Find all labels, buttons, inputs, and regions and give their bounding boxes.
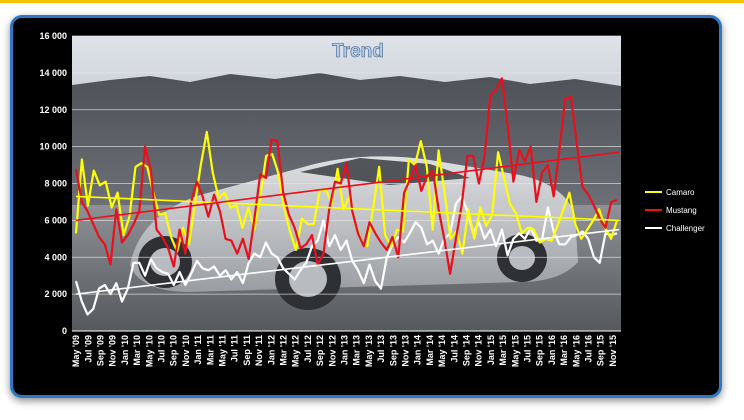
x-tick-label: May '10 bbox=[144, 335, 154, 367]
legend: Camaro Mustang Challenger bbox=[645, 188, 705, 233]
x-tick-label: Mar '15 bbox=[498, 335, 508, 366]
x-tick-label: Sep '14 bbox=[462, 335, 472, 366]
x-tick-label: Jul '10 bbox=[157, 335, 167, 363]
x-tick-label: Nov '11 bbox=[254, 335, 264, 366]
x-tick-label: Jan '13 bbox=[340, 335, 350, 365]
x-tick-label: Mar '13 bbox=[352, 335, 362, 366]
x-tick-label: Mar '10 bbox=[132, 335, 142, 366]
x-tick-label: Jul '13 bbox=[376, 335, 386, 363]
chart-title: Trend bbox=[332, 41, 384, 62]
y-tick-label: 16 000 bbox=[39, 31, 67, 41]
x-tick-label: Nov '13 bbox=[401, 335, 411, 367]
legend-label-challenger: Challenger bbox=[666, 224, 705, 233]
y-tick-label: 6 000 bbox=[44, 215, 67, 225]
x-tick-label: Jul '15 bbox=[523, 335, 533, 363]
x-tick-label: Sep '11 bbox=[242, 335, 252, 366]
x-tick-label: May '12 bbox=[291, 335, 301, 367]
x-tick-label: Mar '11 bbox=[205, 335, 215, 365]
x-tick-label: Sep '13 bbox=[388, 335, 398, 366]
y-axis-ticks: 0 2 000 4 000 6 000 8 000 10 000 12 000 14 000 1… bbox=[39, 31, 67, 336]
x-tick-label: Jul '12 bbox=[303, 335, 313, 363]
x-tick-label: May '15 bbox=[510, 335, 520, 367]
y-tick-label: 0 bbox=[62, 326, 67, 336]
x-axis-ticks: May '09 Jul '09 Sep '09 Nov '09 Jan '10 Mar '… bbox=[71, 335, 618, 367]
legend-label-camaro: Camaro bbox=[666, 188, 695, 197]
x-tick-label: Jul '16 bbox=[584, 335, 594, 363]
x-tick-label: Mar '14 bbox=[425, 335, 435, 366]
legend-label-mustang: Mustang bbox=[666, 206, 697, 215]
x-tick-label: Jan '12 bbox=[266, 335, 276, 365]
y-tick-label: 12 000 bbox=[39, 105, 67, 115]
x-tick-label: Nov '15 bbox=[608, 335, 618, 367]
x-tick-label: Nov '12 bbox=[327, 335, 337, 367]
x-tick-label: Nov '14 bbox=[474, 335, 484, 367]
y-tick-label: 14 000 bbox=[39, 68, 67, 78]
x-tick-label: Jan '11 bbox=[193, 335, 203, 365]
x-tick-label: Nov '09 bbox=[108, 335, 118, 367]
x-tick-label: Sep '15 bbox=[535, 335, 545, 366]
y-tick-label: 4 000 bbox=[44, 252, 67, 262]
x-tick-label: Sep '12 bbox=[315, 335, 325, 366]
x-tick-label: Jan '16 bbox=[547, 335, 557, 365]
x-tick-label: Sep '15 bbox=[596, 335, 606, 366]
x-tick-label: May '13 bbox=[364, 335, 374, 367]
y-tick-label: 2 000 bbox=[44, 289, 67, 299]
x-tick-label: May '11 bbox=[218, 335, 228, 367]
x-tick-label: Jan '14 bbox=[413, 335, 423, 365]
x-tick-label: Jul '09 bbox=[83, 335, 93, 363]
x-tick-label: Sep '10 bbox=[169, 335, 179, 366]
y-tick-label: 8 000 bbox=[44, 179, 67, 189]
x-tick-label: May '14 bbox=[437, 335, 447, 367]
x-tick-label: Jul '11 bbox=[230, 335, 240, 362]
x-tick-label: Sep '09 bbox=[96, 335, 106, 366]
x-tick-label: Nov '10 bbox=[181, 335, 191, 367]
y-tick-label: 10 000 bbox=[39, 142, 67, 152]
x-tick-label: May '16 bbox=[571, 335, 581, 367]
trend-chart: 0 2 000 4 000 6 000 8 000 10 000 12 000 14 000 1… bbox=[39, 31, 705, 367]
x-tick-label: Jan '10 bbox=[120, 335, 130, 365]
x-tick-label: Mar '12 bbox=[279, 335, 289, 366]
x-tick-label: Mar '16 bbox=[559, 335, 569, 366]
x-tick-label: Jul '14 bbox=[449, 335, 459, 363]
x-tick-label: Jan '15 bbox=[486, 335, 496, 365]
x-tick-label: May '09 bbox=[71, 335, 81, 367]
